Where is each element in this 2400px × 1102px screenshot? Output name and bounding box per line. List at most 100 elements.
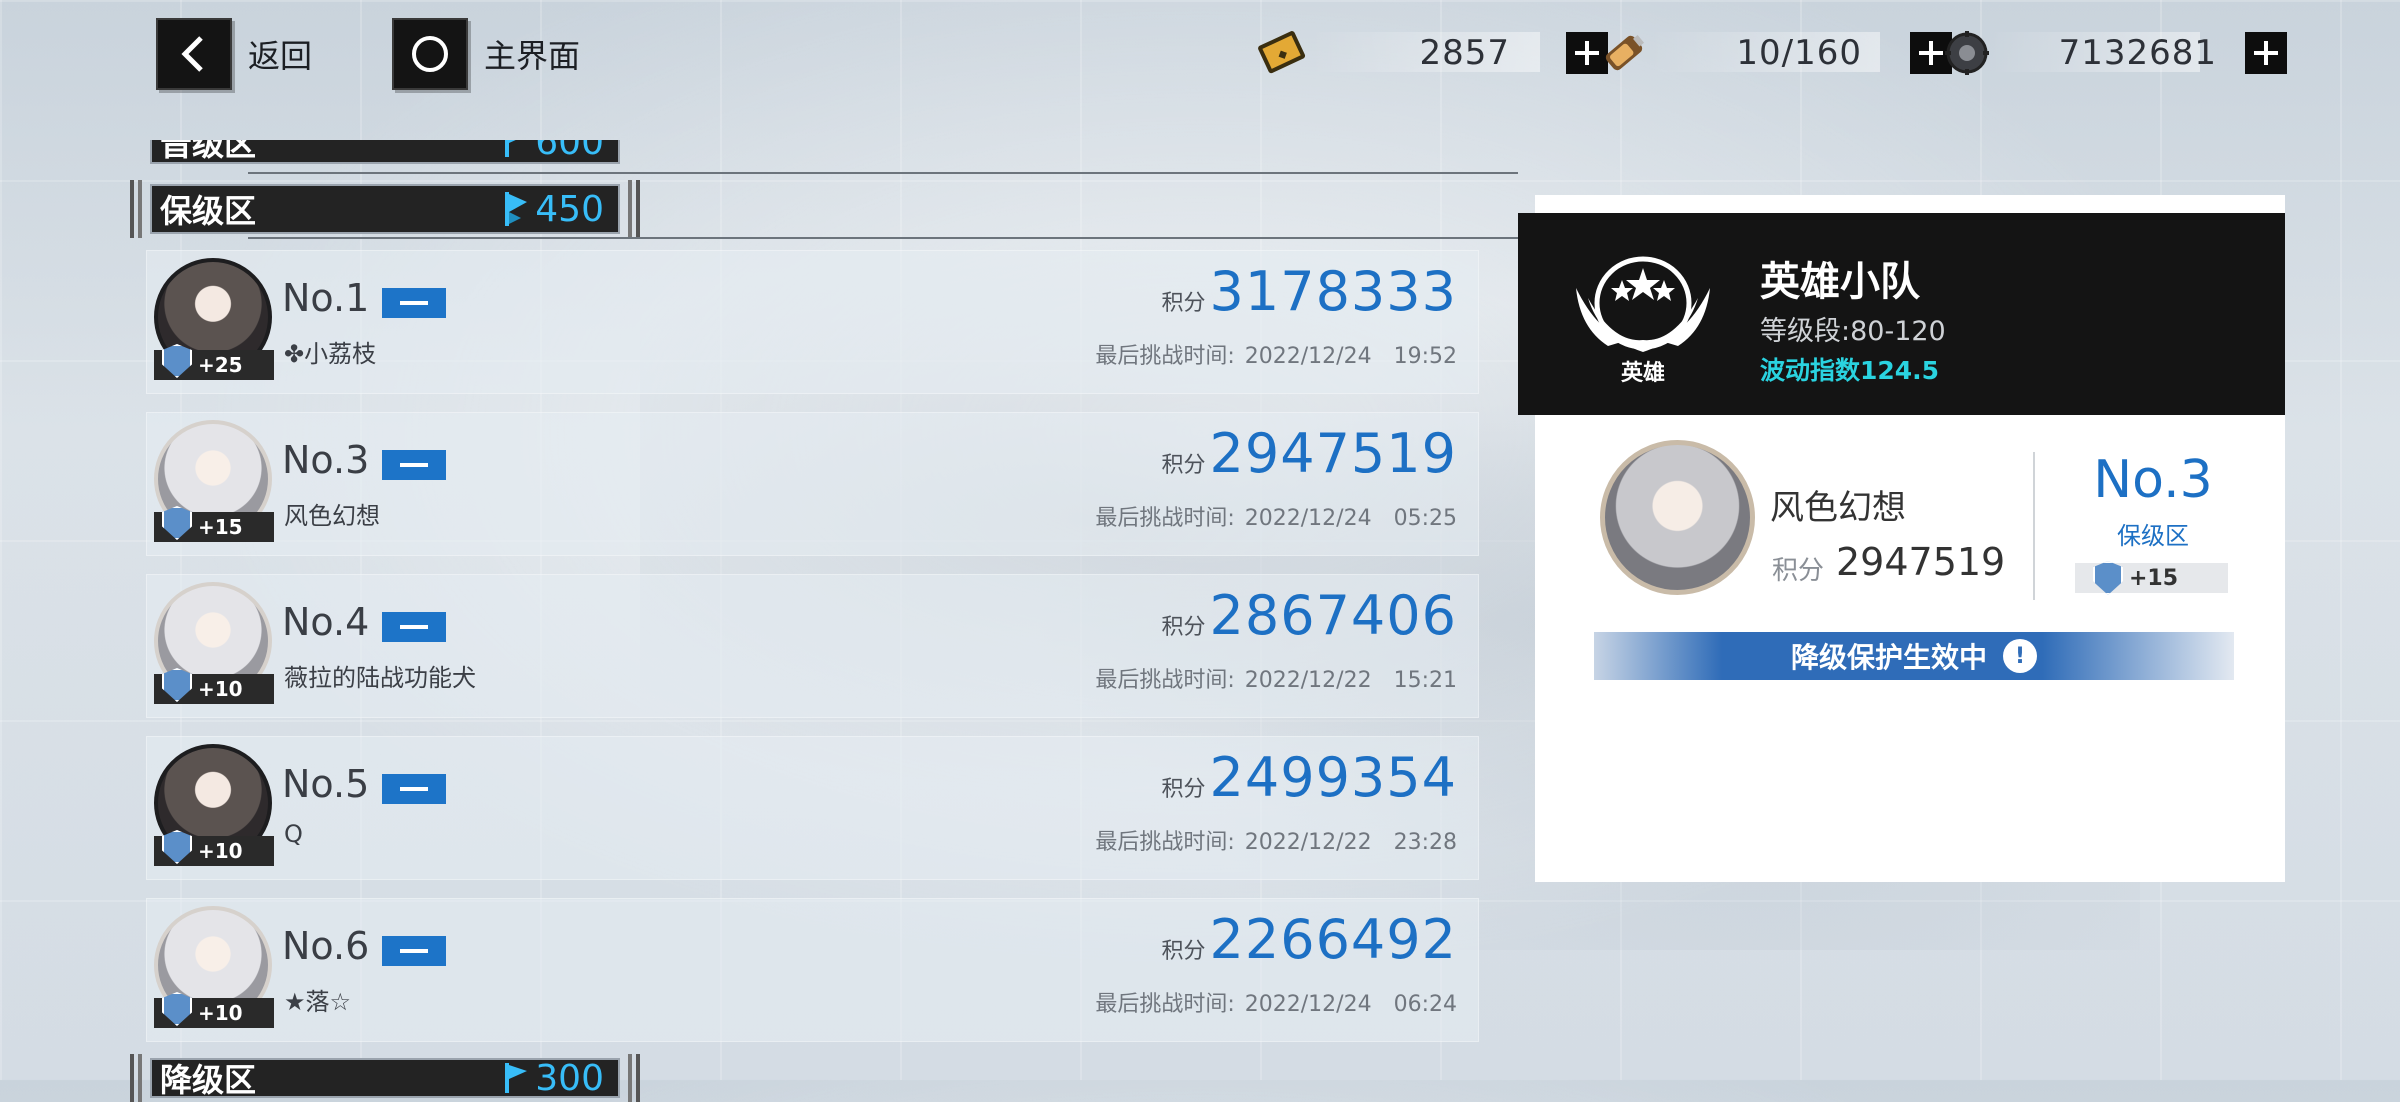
add-coin-button[interactable] [2245, 32, 2287, 74]
rank-label: No.5 [282, 762, 370, 806]
plus-icon [2254, 41, 2278, 65]
time-date: 2022/12/24 [1244, 506, 1372, 531]
player-avatar[interactable] [1600, 440, 1755, 595]
team-name: 英雄小队 [1760, 259, 1920, 305]
chevron-left-icon [156, 18, 232, 90]
rank-label: No.6 [282, 924, 370, 968]
score-label: 积分 [1161, 291, 1206, 316]
time-label: 最后挑战时间: [1095, 668, 1235, 693]
ticket-icon: ◆ [1258, 31, 1306, 74]
rank-label: No.3 [282, 438, 370, 482]
tier-points-value: 300 [535, 1057, 604, 1099]
shield-icon [2093, 561, 2123, 595]
level-badge: +10 [154, 992, 274, 1028]
last-challenge-time: 最后挑战时间: 2022/12/22 15:21 [1095, 662, 1457, 694]
shield-icon [162, 344, 192, 378]
tier-points-value: 450 [535, 188, 604, 230]
score-value: 2499354 [1209, 746, 1457, 809]
score-value: 2947519 [1209, 422, 1457, 485]
player-name: Q [284, 820, 303, 848]
ranking-row[interactable]: +25 No.1 ✤小荔枝 积分 3178333 最后挑战时间: 2022/12/24 19:… [146, 250, 1479, 394]
battery-icon [1605, 35, 1645, 71]
resource-ticket: ◆ 2857 [1254, 24, 1608, 82]
player-score: 2947519 [1836, 540, 2006, 584]
rank-change-tag [382, 288, 446, 318]
resource-battery: 10/160 [1596, 24, 1952, 82]
tier-header-promote: 晋级区 600 [150, 140, 620, 164]
score-block: 积分 3178333 [1161, 260, 1457, 323]
tier-points: 600 [503, 140, 604, 163]
level-badge-value: +15 [198, 515, 243, 539]
last-challenge-time: 最后挑战时间: 2022/12/24 06:24 [1095, 986, 1457, 1018]
home-circle-icon [392, 18, 468, 90]
level-badge: +10 [154, 830, 274, 866]
resource-value: 2857 [1419, 33, 1510, 73]
score-block: 积分 2867406 [1161, 584, 1457, 647]
resource-value: 7132681 [2058, 33, 2217, 73]
tier-header-demote: 降级区 300 [130, 1054, 640, 1102]
player-rank: No.3 [2093, 450, 2213, 510]
shield-icon [162, 830, 192, 864]
level-badge: +15 [154, 506, 274, 542]
score-label: 积分 [1161, 615, 1206, 640]
player-level-badge: +15 [2075, 561, 2228, 595]
divider [248, 237, 1518, 239]
player-score-label: 积分 [1772, 556, 1825, 586]
score-label: 积分 [1161, 939, 1206, 964]
info-icon[interactable]: ! [2003, 639, 2037, 673]
player-name: ★落☆ [284, 988, 352, 1016]
rank-label: No.1 [282, 276, 370, 320]
divider [248, 172, 1518, 174]
home-button[interactable]: 主界面 [392, 18, 580, 90]
last-challenge-time: 最后挑战时间: 2022/12/24 05:25 [1095, 500, 1457, 532]
rank-change-tag [382, 612, 446, 642]
tier-header-current: 保级区 450 [130, 180, 640, 238]
player-name: 风色幻想 [1770, 488, 1906, 528]
time-label: 最后挑战时间: [1095, 344, 1235, 369]
tier-points: 450 [503, 189, 604, 230]
level-badge-value: +10 [198, 677, 243, 701]
time-label: 最后挑战时间: [1095, 830, 1235, 855]
rank-label: No.4 [282, 600, 370, 644]
tier-name: 降级区 [160, 1061, 257, 1099]
score-value: 3178333 [1209, 260, 1457, 323]
last-challenge-time: 最后挑战时间: 2022/12/22 23:28 [1095, 824, 1457, 856]
time-clock: 05:25 [1393, 506, 1457, 531]
time-date: 2022/12/22 [1244, 830, 1372, 855]
rank-change-tag [382, 450, 446, 480]
ranking-row[interactable]: +10 No.6 ★落☆ 积分 2266492 最后挑战时间: 2022/12/24 06:2… [146, 898, 1479, 1042]
time-date: 2022/12/24 [1244, 344, 1372, 369]
time-clock: 15:21 [1393, 668, 1457, 693]
back-button[interactable]: 返回 [156, 18, 312, 90]
back-label: 返回 [248, 37, 313, 75]
home-label: 主界面 [484, 37, 581, 75]
tier-points: 300 [503, 1058, 604, 1099]
team-level-range: 等级段:80-120 [1760, 316, 1946, 347]
score-label: 积分 [1161, 453, 1206, 478]
shield-icon [162, 992, 192, 1026]
shield-icon [162, 506, 192, 540]
player-name: 风色幻想 [284, 502, 380, 530]
ranking-row[interactable]: +10 No.5 Q 积分 2499354 最后挑战时间: 2022/12/22 23:28 [146, 736, 1479, 880]
level-badge-value: +25 [198, 353, 243, 377]
plus-icon [1919, 41, 1943, 65]
tier-name: 保级区 [160, 192, 257, 230]
time-date: 2022/12/24 [1244, 992, 1372, 1017]
player-name: ✤小荔枝 [284, 340, 377, 368]
resource-coin: 7132681 [1942, 24, 2287, 82]
ranking-row[interactable]: +10 No.4 薇拉的陆战功能犬 积分 2867406 最后挑战时间: 2022/12/2… [146, 574, 1479, 718]
score-block: 积分 2266492 [1161, 908, 1457, 971]
score-block: 积分 2947519 [1161, 422, 1457, 485]
protection-text: 降级保护生效中 [1790, 641, 1987, 674]
player-tier: 保级区 [2117, 522, 2189, 550]
time-clock: 19:52 [1393, 344, 1457, 369]
team-header: 英雄 英雄小队 等级段:80-120 波动指数124.5 [1518, 213, 2285, 415]
level-badge: +10 [154, 668, 274, 704]
time-label: 最后挑战时间: [1095, 506, 1235, 531]
time-clock: 06:24 [1393, 992, 1457, 1017]
ranking-row[interactable]: +15 No.3 风色幻想 积分 2947519 最后挑战时间: 2022/12/24 05:… [146, 412, 1479, 556]
rank-change-tag [382, 774, 446, 804]
time-date: 2022/12/22 [1244, 668, 1372, 693]
rank-change-tag [382, 936, 446, 966]
score-block: 积分 2499354 [1161, 746, 1457, 809]
